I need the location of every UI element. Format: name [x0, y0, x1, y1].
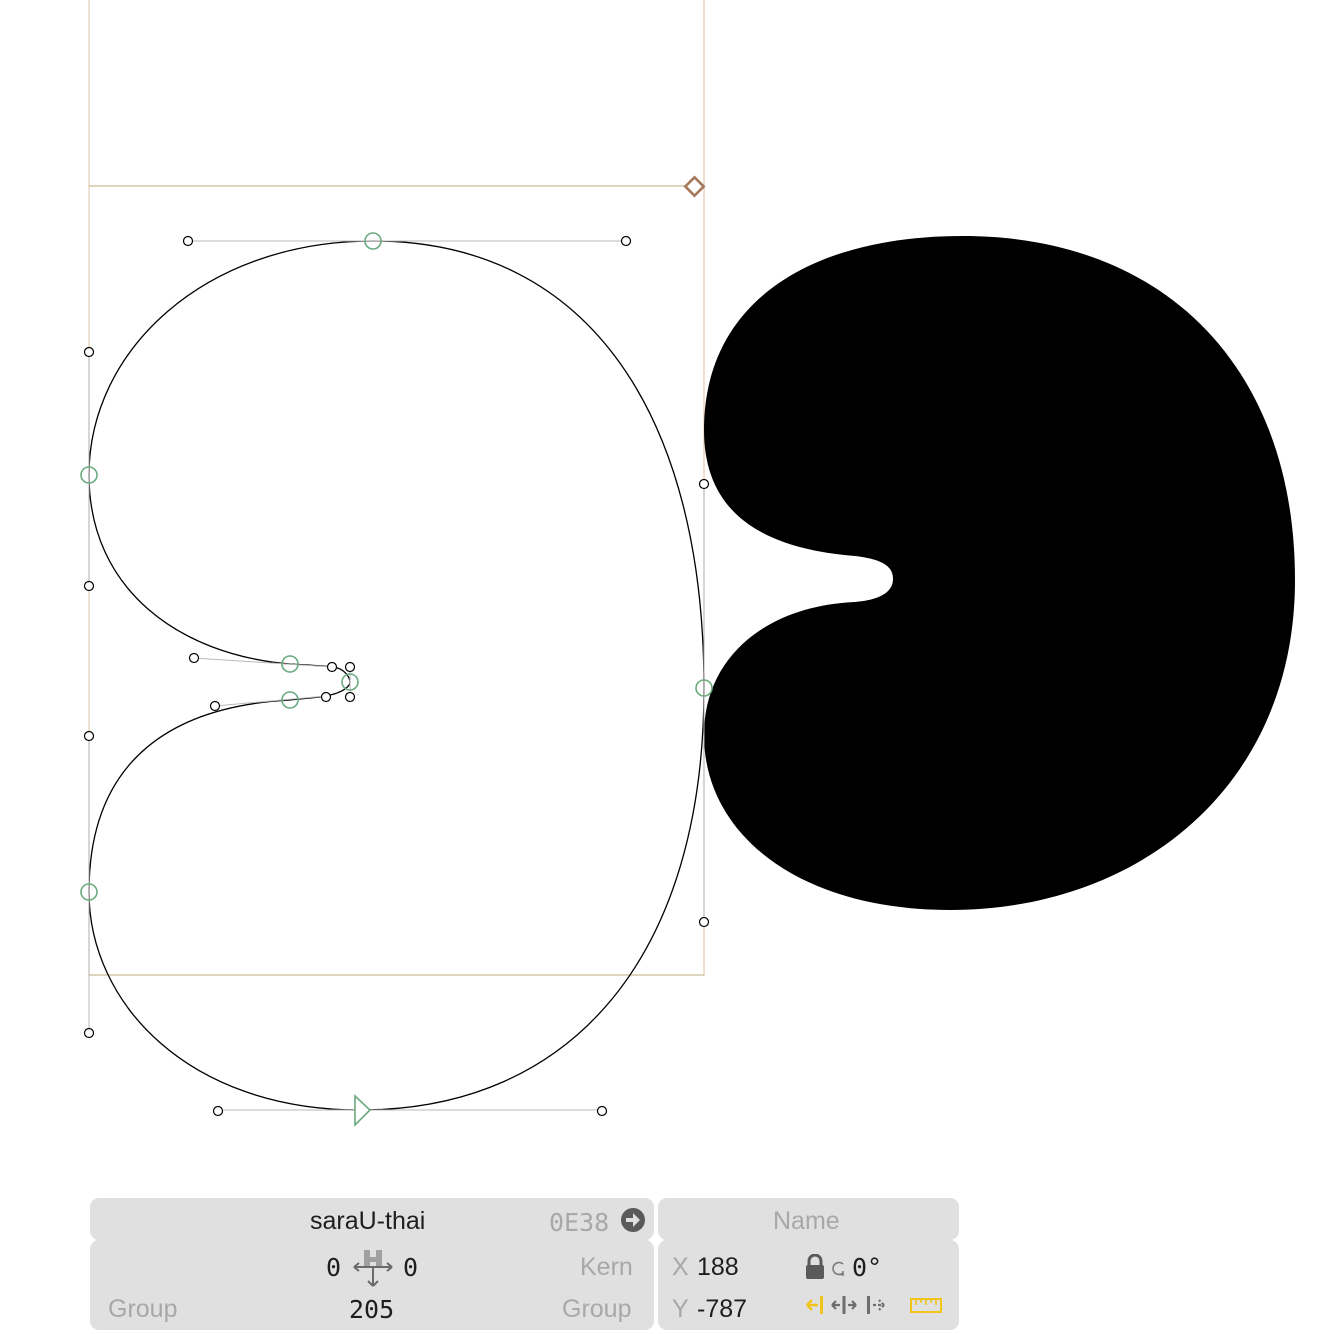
unicode-value[interactable]: 0E38	[549, 1210, 609, 1235]
rsb-field[interactable]: 0	[403, 1255, 418, 1280]
glyph-edit-canvas[interactable]	[0, 0, 1326, 1334]
lsb-field[interactable]: 0	[326, 1255, 341, 1280]
glyph-preview-fill	[704, 236, 1295, 910]
x-field[interactable]: 188	[697, 1255, 739, 1280]
rotation-field[interactable]: 0°	[852, 1255, 882, 1280]
y-field[interactable]: -787	[697, 1297, 747, 1322]
left-group-field[interactable]: Group	[108, 1297, 177, 1322]
anchor-marker[interactable]	[683, 175, 706, 198]
rotate-icon[interactable]	[831, 1259, 847, 1277]
right-group-field[interactable]: Group	[562, 1297, 631, 1322]
align-center-icon[interactable]	[830, 1294, 858, 1316]
name-panel: Name	[658, 1198, 959, 1240]
metrics-panel: 0 0 Kern Group 205 Group	[90, 1240, 654, 1330]
align-right-icon[interactable]	[864, 1294, 888, 1316]
sidebearing-link-icon[interactable]	[352, 1248, 394, 1290]
x-label: X	[672, 1253, 689, 1281]
glyph-name-panel: saraU-thai 0E38	[90, 1198, 654, 1240]
glyph-name[interactable]: saraU-thai	[310, 1209, 425, 1234]
start-point-triangle[interactable]	[354, 1094, 372, 1127]
circle-arrow-right-icon[interactable]	[620, 1207, 646, 1233]
kern-field[interactable]: Kern	[580, 1255, 633, 1280]
handle-lines	[88, 240, 705, 1111]
name-field[interactable]: Name	[773, 1209, 840, 1234]
lock-icon[interactable]	[804, 1254, 826, 1280]
glyph-outline[interactable]	[88, 240, 705, 1111]
on-curve-points[interactable]	[80, 232, 713, 901]
align-left-icon[interactable]	[804, 1294, 826, 1316]
coordinates-panel: X 188 0° Y -787	[658, 1240, 959, 1330]
ruler-icon[interactable]	[910, 1296, 942, 1314]
off-curve-points[interactable]	[83, 235, 710, 1117]
y-label: Y	[672, 1295, 689, 1323]
width-field[interactable]: 205	[349, 1297, 394, 1322]
